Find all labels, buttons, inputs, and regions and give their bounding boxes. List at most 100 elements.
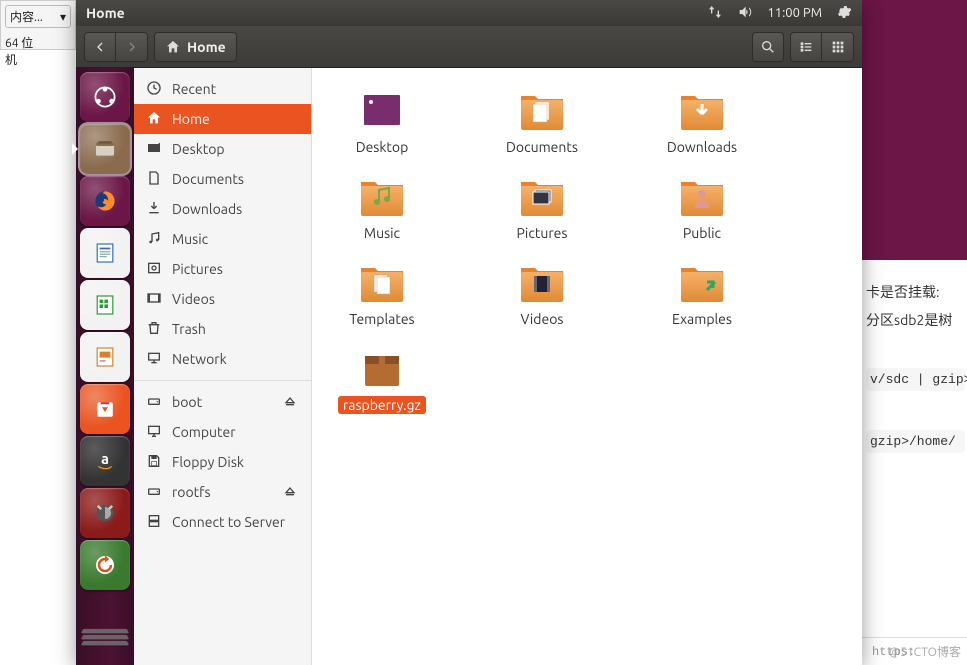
file-item-label: Examples [667,310,737,328]
computer-icon [146,423,162,442]
sidebar-item-label: rootfs [172,484,211,500]
places-sidebar: Recent Home Desktop Documents Downloads Music… [134,68,312,665]
file-view[interactable]: Desktop Documents Downloads Music Pictures Pu… [312,68,862,665]
sidebar-item-computer[interactable]: Computer [134,417,311,447]
clock[interactable]: 11:00 PM [767,6,822,20]
launcher: a [76,68,134,665]
downloads-icon [146,200,162,219]
server-icon [146,513,162,532]
file-item-label: Desktop [351,138,414,156]
home-icon [146,110,162,129]
host-footer-source: https://blog.csdn.net/liup [872,645,914,659]
file-item-pictures[interactable]: Pictures [482,174,602,242]
menubar: Home 11:00 PM [76,0,862,26]
sidebar-item-label: Videos [172,291,215,307]
sidebar-item-label: Pictures [172,261,223,277]
file-item-public[interactable]: Public [642,174,762,242]
launcher-trash-stack[interactable] [79,629,131,665]
path-button-home[interactable]: Home [154,32,237,62]
host-panel-right: 卡是否挂载: 分区sdb2是树 v/sdc | gzip> gzip>/home… [862,0,967,665]
sidebar-item-downloads[interactable]: Downloads [134,194,311,224]
launcher-firefox-icon[interactable] [80,176,130,226]
file-item-raspberry-gz[interactable]: raspberry.gz [322,346,442,414]
launcher-impress-icon[interactable] [80,332,130,382]
sidebar-item-label: Desktop [172,141,225,157]
file-item-videos[interactable]: Videos [482,260,602,328]
file-item-examples[interactable]: Examples [642,260,762,328]
host-text-machine: 机 [5,51,71,68]
desktop-icon [146,140,162,159]
sidebar-item-pictures[interactable]: Pictures [134,254,311,284]
sidebar-item-label: Floppy Disk [172,454,244,470]
sidebar-item-label: Connect to Server [172,514,285,530]
file-item-music[interactable]: Music [322,174,442,242]
file-item-label: Public [678,224,726,242]
sidebar-item-home[interactable]: Home [134,104,311,134]
sidebar-item-desktop[interactable]: Desktop [134,134,311,164]
floppy-icon [146,453,162,472]
host-footer: https://blog.csdn.net/liup @51CTO博客 [862,637,967,665]
sidebar-item-recent[interactable]: Recent [134,74,311,104]
sidebar-item-videos[interactable]: Videos [134,284,311,314]
sidebar-item-floppy-disk[interactable]: Floppy Disk [134,447,311,477]
sidebar-separator [134,380,311,381]
file-item-desktop[interactable]: Desktop [322,88,442,156]
launcher-calc-icon[interactable] [80,280,130,330]
sidebar-item-network[interactable]: Network [134,344,311,374]
path-label: Home [187,39,226,55]
forward-button[interactable] [116,32,148,62]
sidebar-item-label: Downloads [172,201,242,217]
drive-icon [146,483,162,502]
file-item-label: Documents [501,138,583,156]
host-code-1: v/sdc | gzip> [866,368,965,391]
launcher-settings-icon[interactable] [80,488,130,538]
back-button[interactable] [84,32,116,62]
file-item-label: Pictures [512,224,573,242]
launcher-software-icon[interactable] [80,384,130,434]
sidebar-item-label: Documents [172,171,244,187]
host-text-64bit: 64 位 [5,34,71,51]
videos-icon [146,290,162,309]
sidebar-item-boot[interactable]: boot [134,387,311,417]
launcher-updater-icon[interactable] [80,540,130,590]
launcher-dash-icon[interactable] [80,72,130,122]
music-icon [146,230,162,249]
sidebar-item-trash[interactable]: Trash [134,314,311,344]
sidebar-item-label: Network [172,351,227,367]
file-item-label: Music [359,224,405,242]
eject-button[interactable] [281,483,299,501]
sidebar-item-connect-to-server[interactable]: Connect to Server [134,507,311,537]
launcher-writer-icon[interactable] [80,228,130,278]
host-purple-band [862,0,967,260]
network-icon [146,350,162,369]
file-item-templates[interactable]: Templates [322,260,442,328]
file-item-downloads[interactable]: Downloads [642,88,762,156]
launcher-amazon-icon[interactable]: a [80,436,130,486]
host-dropdown[interactable]: 内容... ▾ [5,5,71,28]
sidebar-item-label: Music [172,231,208,247]
sidebar-item-rootfs[interactable]: rootfs [134,477,311,507]
view-list-button[interactable] [790,32,822,62]
sidebar-item-documents[interactable]: Documents [134,164,311,194]
host-code-2: gzip>/home/ [866,430,965,453]
trash-icon [146,320,162,339]
host-dropdown-label: 内容... [10,8,43,25]
home-icon [165,39,181,55]
volume-icon[interactable] [737,4,753,23]
gear-icon[interactable] [836,4,852,23]
view-grid-button[interactable] [822,32,854,62]
host-panel-left: 内容...▾ 64 位 机 [0,0,76,50]
sidebar-item-music[interactable]: Music [134,224,311,254]
network-updown-icon[interactable] [707,4,723,23]
documents-icon [146,170,162,189]
search-button[interactable] [752,32,784,62]
file-item-documents[interactable]: Documents [482,88,602,156]
file-item-label: Downloads [662,138,742,156]
launcher-files-icon[interactable] [80,124,130,174]
eject-button[interactable] [281,393,299,411]
sidebar-item-label: Trash [172,321,206,337]
chevron-down-icon: ▾ [60,10,66,24]
sidebar-item-label: Recent [172,81,216,97]
drive-icon [146,393,162,412]
window-title: Home [86,5,125,21]
